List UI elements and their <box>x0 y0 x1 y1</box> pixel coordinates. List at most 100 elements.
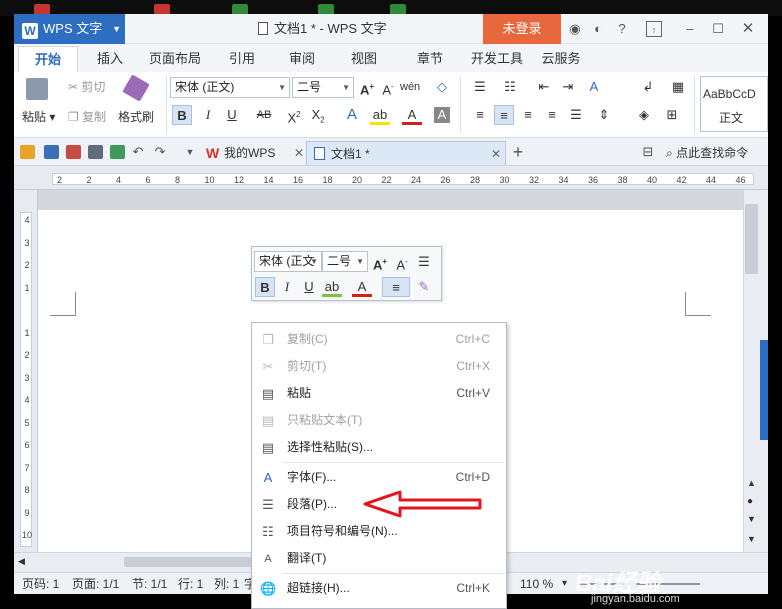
align-center-icon[interactable]: ≡ <box>494 105 514 125</box>
tab-home[interactable]: 开始 <box>18 46 78 72</box>
italic-button[interactable]: I <box>198 105 218 125</box>
close-icon[interactable]: ✕ <box>294 141 304 165</box>
tab-view[interactable]: 视图 <box>344 46 384 72</box>
menu-item-paste[interactable]: ▤ 粘贴 Ctrl+V <box>252 380 506 407</box>
command-search[interactable]: ⌕ 点此查找命令 <box>666 144 748 161</box>
vertical-scrollbar[interactable]: ▲ ● ▼ ▼ <box>743 190 760 552</box>
paste-button[interactable]: 粘贴 ▾ <box>22 108 55 125</box>
font-color-icon[interactable]: A <box>402 105 422 125</box>
underline-button[interactable]: U <box>299 277 319 297</box>
bullets-icon[interactable]: ☰ <box>470 77 490 97</box>
highlight-icon[interactable]: ab <box>322 277 342 297</box>
select-browse-icon[interactable]: ● <box>747 496 753 507</box>
help-icon[interactable]: ? <box>614 21 630 37</box>
style-gallery-normal[interactable]: AaBbCcD 正文 <box>700 76 768 132</box>
menu-item-paste-special[interactable]: ▤ 选择性粘贴(S)... <box>252 434 506 461</box>
format-painter-icon[interactable]: ✎ <box>414 277 434 297</box>
table-icon[interactable]: ▦ <box>668 77 688 97</box>
redo-icon[interactable]: ↷ <box>152 144 168 160</box>
copy-button[interactable]: ❐ 复制 <box>68 108 106 125</box>
tab-section[interactable]: 章节 <box>410 46 450 72</box>
align-center-icon[interactable]: ≡ <box>382 277 410 297</box>
format-painter-button[interactable]: 格式刷 <box>118 108 154 125</box>
increase-indent-icon[interactable]: ⇥ <box>558 77 578 97</box>
tab-insert[interactable]: 插入 <box>90 46 130 72</box>
clear-format-icon[interactable]: ◇ <box>432 77 452 97</box>
scroll-left-icon[interactable]: ◀ <box>18 556 25 567</box>
restore-window-icon[interactable]: ↑ <box>646 21 662 37</box>
app-menu-button[interactable]: W WPS 文字 ▼ <box>14 14 125 44</box>
font-color-icon[interactable]: A <box>352 277 372 297</box>
paste-icon[interactable] <box>26 78 48 100</box>
tab-page-layout[interactable]: 页面布局 <box>144 46 206 72</box>
vertical-ruler[interactable]: 4 3 2 1 1 2 3 4 5 6 7 8 9 10 <box>14 190 38 552</box>
scrollbar-thumb[interactable] <box>745 204 758 274</box>
menu-item-font[interactable]: A 字体(F)... Ctrl+D <box>252 464 506 491</box>
tab-cloud[interactable]: 云服务 <box>536 46 586 72</box>
mini-font-size-select[interactable]: 二号 ▼ <box>322 251 368 272</box>
print-icon[interactable] <box>88 145 103 159</box>
italic-button[interactable]: I <box>277 277 297 297</box>
minimize-icon[interactable]: – <box>682 21 698 37</box>
numbering-icon[interactable]: ☷ <box>500 77 520 97</box>
highlight-icon[interactable]: ab <box>370 105 390 125</box>
menu-item-hyperlink[interactable]: 🌐 超链接(H)... Ctrl+K <box>252 575 506 602</box>
font-name-select[interactable]: 宋体 (正文) ▼ <box>170 77 290 98</box>
show-marks-icon[interactable]: ↲ <box>638 77 658 97</box>
menu-item-bullets-numbering[interactable]: ☷ 项目符号和编号(N)... <box>252 518 506 545</box>
chinese-layout-icon[interactable]: A <box>584 77 604 97</box>
borders-icon[interactable]: ⊞ <box>662 105 682 125</box>
tab-developer[interactable]: 开发工具 <box>466 46 528 72</box>
superscript-button[interactable]: X2 <box>284 105 304 125</box>
shading-icon[interactable]: ◈ <box>634 105 654 125</box>
save-icon[interactable] <box>44 145 59 159</box>
char-shading-icon[interactable]: A <box>434 107 450 123</box>
cut-button[interactable]: ✂ 剪切 <box>68 78 105 95</box>
subscript-button[interactable]: X2 <box>308 105 328 125</box>
undo-icon[interactable]: ↶ <box>130 144 146 160</box>
mini-font-name-select[interactable]: 宋体 (正文 ▼ <box>254 251 322 272</box>
text-effect-icon[interactable]: A <box>342 105 362 125</box>
page-down-icon[interactable]: ▼ <box>747 514 756 524</box>
line-spacing-icon[interactable]: ⇕ <box>594 105 614 125</box>
side-panel-handle[interactable] <box>760 340 768 440</box>
bold-button[interactable]: B <box>255 277 275 297</box>
align-left-icon[interactable]: ≡ <box>470 105 490 125</box>
print-preview-icon[interactable] <box>110 145 125 159</box>
menu-item-cut[interactable]: ✂ 剪切(T) Ctrl+X <box>252 353 506 380</box>
distributed-icon[interactable]: ☰ <box>566 105 586 125</box>
page-up-icon[interactable]: ▲ <box>747 478 756 488</box>
horizontal-ruler[interactable]: 2 2 4 6 8 10 12 14 16 18 20 22 24 26 28 30 32 34 36 38 40 42 4… <box>14 166 768 190</box>
decrease-indent-icon[interactable]: ⇤ <box>534 77 554 97</box>
feedback-icon[interactable]: ◐ <box>590 21 606 37</box>
strikethrough-button[interactable]: AB <box>254 105 274 125</box>
zoom-level[interactable]: 110 % <box>520 573 553 595</box>
close-icon[interactable]: ✕ <box>740 21 756 37</box>
justify-icon[interactable]: ≡ <box>542 105 562 125</box>
underline-button[interactable]: U <box>222 105 242 125</box>
bold-button[interactable]: B <box>172 105 192 125</box>
tab-references[interactable]: 引用 <box>222 46 262 72</box>
menu-item-copy[interactable]: ❐ 复制(C) Ctrl+C <box>252 326 506 353</box>
grow-font-icon[interactable]: A+ <box>370 252 390 272</box>
scroll-down-icon[interactable]: ▼ <box>747 534 756 544</box>
tab-review[interactable]: 审阅 <box>282 46 322 72</box>
phonetic-guide-icon[interactable]: wén <box>400 77 420 97</box>
expand-icon[interactable]: ⊟ <box>640 144 656 160</box>
grow-font-icon[interactable]: A+ <box>357 77 377 97</box>
new-tab-plus-icon[interactable]: + <box>510 143 526 161</box>
close-icon[interactable]: ✕ <box>491 142 501 166</box>
login-button[interactable]: 未登录 <box>483 14 561 44</box>
line-spacing-icon[interactable]: ☰ <box>414 252 434 272</box>
shrink-font-icon[interactable]: A- <box>392 252 412 272</box>
tab-document[interactable]: 文档1 * ✕ <box>306 141 506 165</box>
format-painter-icon[interactable] <box>122 74 150 102</box>
align-right-icon[interactable]: ≡ <box>518 105 538 125</box>
chevron-down-icon[interactable]: ▼ <box>182 144 198 160</box>
shrink-font-icon[interactable]: A- <box>378 77 398 97</box>
export-pdf-icon[interactable] <box>66 145 81 159</box>
font-size-select[interactable]: 二号 ▼ <box>292 77 354 98</box>
skin-icon[interactable]: ◉ <box>567 21 583 37</box>
maximize-icon[interactable]: ☐ <box>710 21 726 37</box>
tab-my-wps[interactable]: W 我的WPS ✕ <box>200 141 304 165</box>
